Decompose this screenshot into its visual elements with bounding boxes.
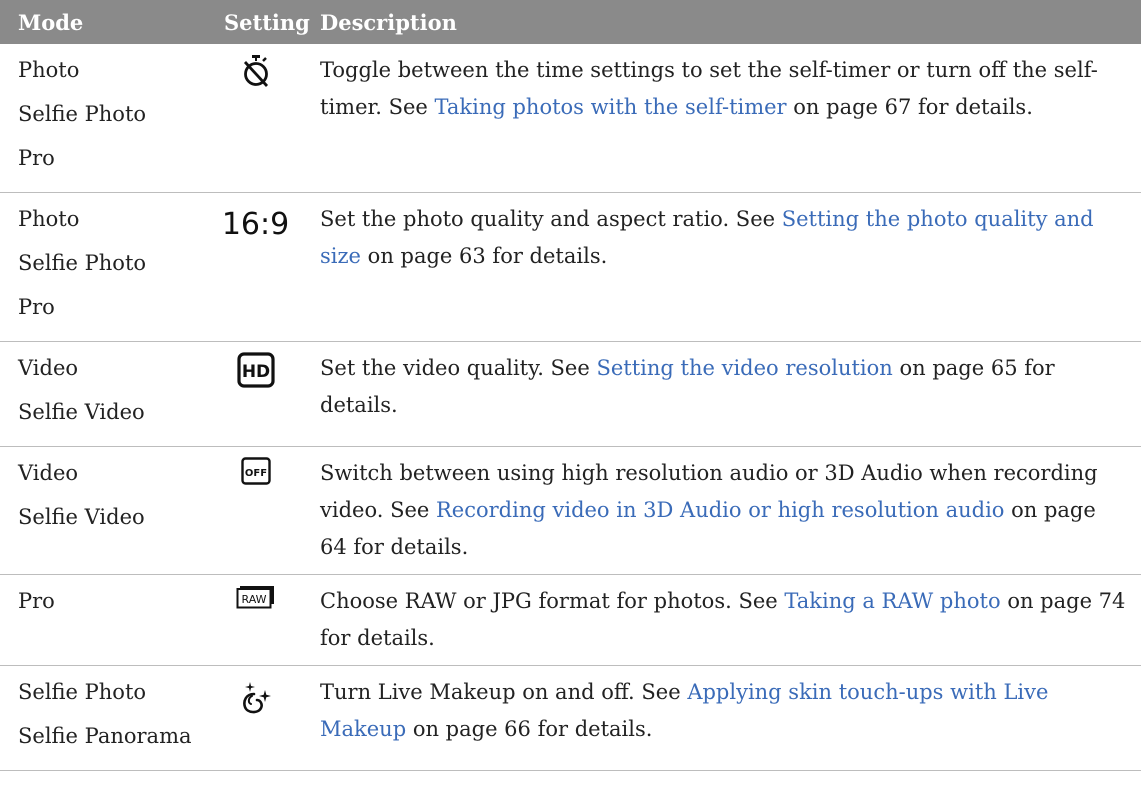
setting-cell: HD xyxy=(200,341,312,447)
page-link[interactable]: Setting the video resolution xyxy=(596,356,892,380)
mode-label: Selfie Photo xyxy=(18,680,147,704)
setting-cell: RAW xyxy=(200,574,312,666)
table-row: Video Selfie Video HD Set the video qual… xyxy=(0,341,1141,447)
table-row: Photo Selfie Photo Pro Toggle between th… xyxy=(0,44,1141,193)
mode-label: Selfie Video xyxy=(18,505,145,529)
description-text: on page 63 for details. xyxy=(361,244,608,268)
mode-label: Selfie Video xyxy=(18,400,145,424)
description-cell: Switch between using high resolution aud… xyxy=(312,446,1141,575)
description-text: Set the video quality. See xyxy=(320,356,597,380)
table-header-row: Mode Setting Description xyxy=(0,0,1141,44)
description-cell: Set the video quality. See Setting the v… xyxy=(312,341,1141,447)
mode-cell: Video Selfie Video xyxy=(0,446,200,575)
raw-format-icon: RAW xyxy=(200,583,311,629)
live-makeup-icon xyxy=(200,674,311,720)
mode-label: Selfie Photo xyxy=(18,102,147,126)
description-cell: Set the photo quality and aspect ratio. … xyxy=(312,192,1141,342)
mode-cell: Photo Selfie Photo Pro xyxy=(0,44,200,193)
setting-cell xyxy=(200,665,312,771)
description-cell: Choose RAW or JPG format for photos. See… xyxy=(312,574,1141,666)
mode-cell: Photo Selfie Photo Pro xyxy=(0,192,200,342)
mode-cell: Selfie Photo Selfie Panorama xyxy=(0,665,200,771)
mode-label: Video xyxy=(18,461,79,485)
description-text: on page 67 for details. xyxy=(786,95,1033,119)
header-description: Description xyxy=(312,0,1141,44)
audio-off-icon: OFF xyxy=(200,455,311,501)
raw-label: RAW xyxy=(241,593,266,606)
mode-label: Pro xyxy=(18,589,55,613)
page-link[interactable]: Recording video in 3D Audio or high reso… xyxy=(436,498,1004,522)
page-link[interactable]: Taking a RAW photo xyxy=(784,589,1000,613)
header-mode: Mode xyxy=(0,0,200,44)
mode-label: Pro xyxy=(18,295,55,319)
mode-label: Pro xyxy=(18,146,55,170)
self-timer-off-icon xyxy=(200,52,311,98)
mode-cell: Pro xyxy=(0,574,200,666)
off-label: OFF xyxy=(244,468,266,479)
table-row: Pro RAW Choose RAW or JPG format for pho… xyxy=(0,574,1141,666)
description-cell: Toggle between the time settings to set … xyxy=(312,44,1141,193)
hd-label: HD xyxy=(241,362,269,382)
header-setting: Setting xyxy=(200,0,312,44)
mode-label: Selfie Panorama xyxy=(18,724,192,748)
description-text: Choose RAW or JPG format for photos. See xyxy=(320,589,785,613)
aspect-ratio-label: 16:9 xyxy=(221,207,290,242)
mode-cell: Video Selfie Video xyxy=(0,341,200,447)
description-text: Set the photo quality and aspect ratio. … xyxy=(320,207,782,231)
camera-settings-table: Mode Setting Description Photo Selfie Ph… xyxy=(0,0,1141,771)
setting-cell: 16:9 xyxy=(200,192,312,342)
mode-label: Selfie Photo xyxy=(18,251,147,275)
description-cell: Turn Live Makeup on and off. See Applyin… xyxy=(312,665,1141,771)
mode-label: Photo xyxy=(18,58,80,82)
description-text: on page 66 for details. xyxy=(406,717,653,741)
aspect-ratio-icon: 16:9 xyxy=(200,201,311,247)
setting-cell xyxy=(200,44,312,193)
hd-video-quality-icon: HD xyxy=(200,350,311,396)
mode-label: Video xyxy=(18,356,79,380)
page-link[interactable]: Taking photos with the self-timer xyxy=(435,95,787,119)
setting-cell: OFF xyxy=(200,446,312,575)
table-row: Video Selfie Video OFF Switch between us… xyxy=(0,446,1141,575)
description-text: Turn Live Makeup on and off. See xyxy=(320,680,688,704)
table-row: Photo Selfie Photo Pro 16:9 Set the phot… xyxy=(0,192,1141,342)
table-row: Selfie Photo Selfie Panorama Turn Live M… xyxy=(0,665,1141,771)
mode-label: Photo xyxy=(18,207,80,231)
